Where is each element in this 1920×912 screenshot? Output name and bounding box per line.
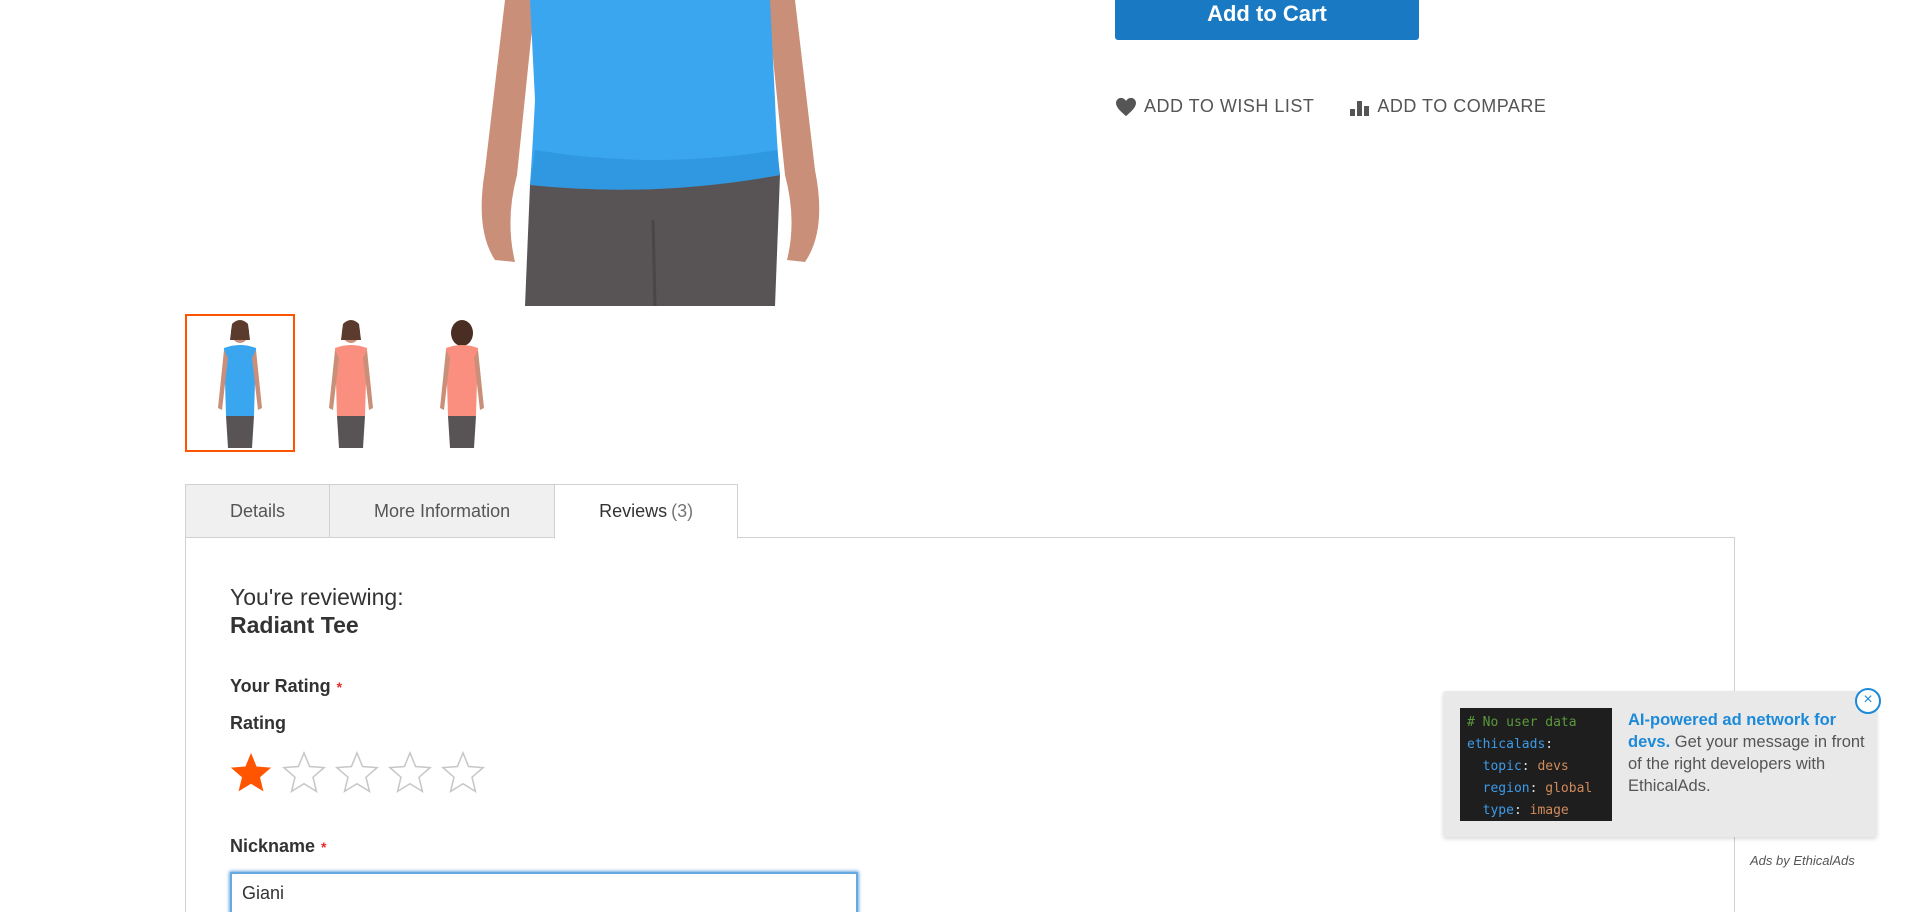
ad-image[interactable]: # No user data ethicalads: topic: devs re… — [1460, 708, 1612, 821]
ad-code-line: type: image — [1467, 803, 1569, 818]
nickname-label: Nickname * — [230, 836, 327, 856]
review-count: (3) — [671, 501, 694, 521]
heart-icon — [1116, 97, 1136, 116]
star-1-icon[interactable] — [228, 750, 274, 796]
tab-reviews[interactable]: Reviews (3) — [554, 484, 739, 539]
ad-code-line: region: global — [1467, 781, 1593, 796]
required-mark: * — [321, 839, 327, 855]
add-to-compare-link[interactable]: ADD TO COMPARE — [1350, 96, 1546, 117]
ad-code-line: ethicalads: — [1467, 737, 1554, 752]
star-2-icon[interactable] — [281, 750, 327, 796]
star-5-icon[interactable] — [440, 750, 486, 796]
compare-label: ADD TO COMPARE — [1377, 96, 1547, 116]
rating-label: Rating — [230, 713, 286, 733]
required-mark: * — [336, 679, 343, 695]
star-4-icon[interactable] — [387, 750, 433, 796]
nickname-input[interactable] — [230, 872, 858, 912]
ad-text[interactable]: AI-powered ad network for devs. Get your… — [1628, 709, 1868, 797]
tab-label: Details — [230, 500, 286, 521]
ethicalads-ad[interactable]: # No user data ethicalads: topic: devs re… — [1443, 691, 1877, 837]
tab-label: More Information — [374, 500, 511, 521]
tab-label: Reviews — [599, 501, 668, 521]
add-to-wishlist-link[interactable]: ADD TO WISH LIST — [1115, 96, 1314, 117]
ad-attribution[interactable]: Ads by EthicalAds — [1750, 853, 1855, 868]
wishlist-label: ADD TO WISH LIST — [1144, 96, 1315, 116]
product-main-image — [475, 0, 825, 306]
ad-code-line: # No user data — [1467, 715, 1577, 730]
reviewed-product-name: Radiant Tee — [230, 612, 359, 638]
product-info-tabs: Details More Information Reviews (3) — [185, 484, 739, 539]
rating-stars — [228, 750, 486, 796]
your-rating-label: Your Rating * — [230, 676, 343, 696]
tab-details[interactable]: Details — [185, 484, 330, 538]
thumbnail-pink-front[interactable] — [296, 314, 406, 452]
thumbnail-pink-back[interactable] — [407, 314, 517, 452]
ad-code-line: topic: devs — [1467, 759, 1569, 774]
thumbnail-blue-front[interactable] — [185, 314, 295, 452]
reviewing-label: You're reviewing: — [230, 584, 404, 610]
compare-icon — [1350, 100, 1370, 116]
add-to-cart-button[interactable]: Add to Cart — [1115, 0, 1419, 40]
tab-more-information[interactable]: More Information — [329, 484, 555, 538]
star-3-icon[interactable] — [334, 750, 380, 796]
ad-close-button[interactable]: × — [1855, 688, 1881, 714]
